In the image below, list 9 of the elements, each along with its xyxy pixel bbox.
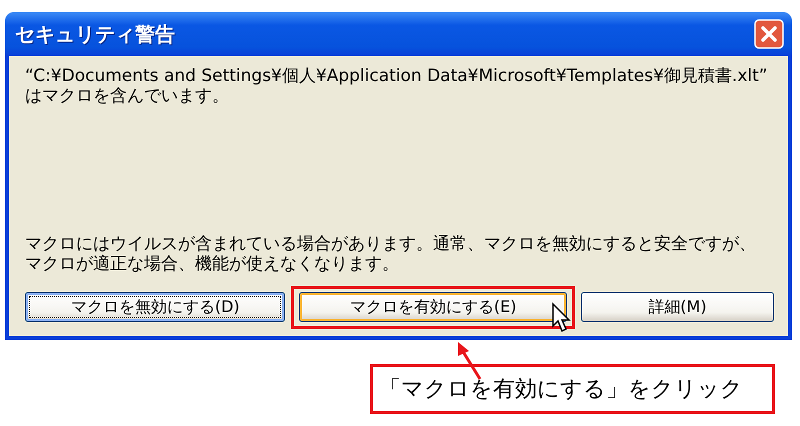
close-icon[interactable] <box>754 19 784 49</box>
dialog-button[interactable]: マクロを有効にする(E) <box>299 292 567 322</box>
callout-text: 「マクロを有効にする」をクリック <box>370 364 775 414</box>
warning-text: マクロにはウイルスが含まれている場合があります。通常、マクロを無効にすると安全ですが、マクロが適正な場合、機能が使えなくなります。 <box>25 234 757 274</box>
dialog-button[interactable]: 詳細(M) <box>580 292 774 322</box>
cursor-icon <box>550 302 573 334</box>
dialog-button[interactable]: マクロを無効にする(D) <box>25 292 286 322</box>
file-message: “C:¥Documents and Settings¥個人¥Application Data¥Microsoft¥Templates¥御見積書.xlt” はマクロを含んでいます。 <box>25 66 769 106</box>
window-title: セキュリティ警告 <box>15 20 175 48</box>
